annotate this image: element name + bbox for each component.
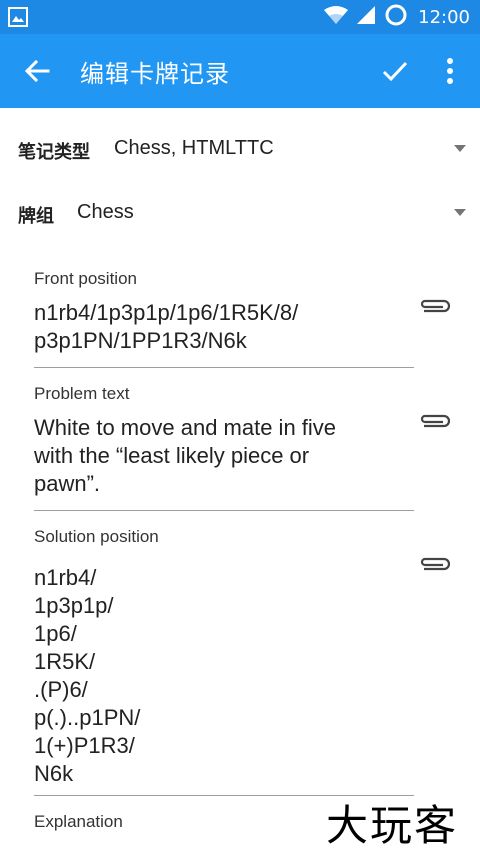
more-options-icon[interactable] [440,57,460,85]
page-title: 编辑卡牌记录 [80,60,230,88]
attach-icon[interactable] [418,297,452,315]
note-type-selector[interactable]: 笔记类型 Chess, HTMLTTC [0,128,480,168]
field-input[interactable]: White to move and mate in five with the … [34,414,414,498]
field-input[interactable]: n1rb4/ 1p3p1p/ 1p6/ 1R5K/ .(P)6/ p(.)..p… [34,564,414,788]
status-bar: 12:00 [0,0,480,34]
field-problem-text: Problem text White to move and mate in f… [34,384,414,511]
deck-value: Chess [77,201,134,223]
field-underline [34,367,414,368]
gallery-notification-icon [8,7,28,32]
field-underline [34,510,414,511]
field-input[interactable]: n1rb4/1p3p1p/1p6/1R5K/8/ p3p1PN/1PP1R3/N… [34,299,414,355]
dropdown-caret-icon [454,209,466,216]
app-bar: 编辑卡牌记录 [0,34,480,108]
watermark: 大玩客 [326,801,459,850]
deck-selector[interactable]: 牌组 Chess [0,192,480,232]
attach-icon[interactable] [418,412,452,430]
field-solution-position: Solution position n1rb4/ 1p3p1p/ 1p6/ 1R… [34,527,414,796]
attach-icon[interactable] [418,555,452,573]
wifi-icon [324,5,349,30]
field-label: Problem text [34,384,130,403]
note-type-value: Chess, HTMLTTC [114,137,274,159]
sync-ring-icon [384,3,408,32]
status-time: 12:00 [418,6,470,28]
note-type-label: 笔记类型 [18,142,90,163]
cell-signal-icon [356,5,376,30]
field-label: Front position [34,269,137,288]
field-label: Solution position [34,527,159,546]
back-arrow-icon[interactable] [24,59,50,83]
check-icon[interactable] [382,59,408,83]
dropdown-caret-icon [454,145,466,152]
field-front-position: Front position n1rb4/1p3p1p/1p6/1R5K/8/ … [34,269,414,368]
deck-label: 牌组 [18,206,54,227]
